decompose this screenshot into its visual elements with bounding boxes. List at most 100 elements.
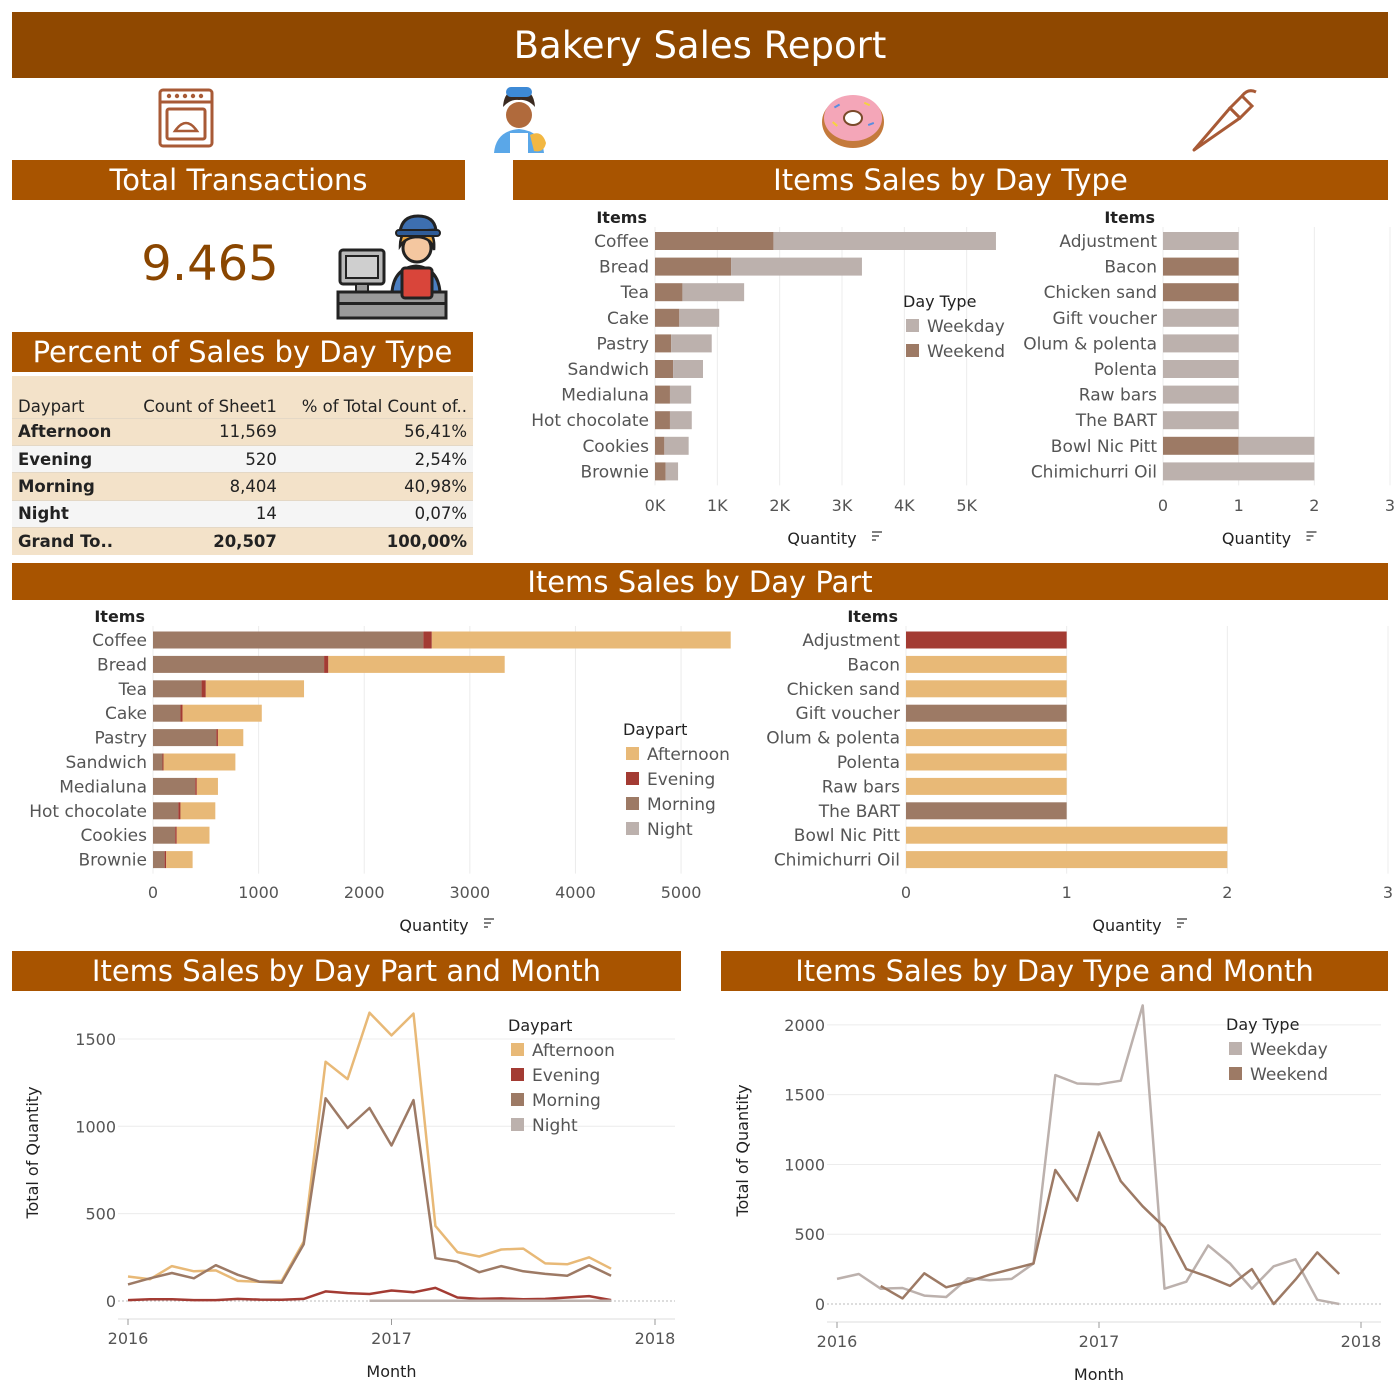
legend-swatch	[1229, 1067, 1242, 1080]
bar-weekend	[1163, 283, 1239, 302]
legend-swatch	[1229, 1042, 1242, 1055]
bar-evening	[324, 655, 329, 673]
legend-label: Weekend	[927, 342, 1005, 362]
category-label: Chicken sand	[1044, 283, 1157, 303]
legend-swatch	[511, 1093, 524, 1106]
bar-weekday	[731, 257, 862, 276]
x-tick-label: 3K	[832, 496, 853, 515]
legend-swatch	[626, 747, 639, 760]
bar-weekday	[669, 411, 692, 430]
x-tick-label: 1	[1234, 496, 1244, 515]
x-tick-label: 5K	[956, 496, 977, 515]
category-label: Coffee	[594, 232, 649, 252]
category-label: Chimichurri Oil	[1031, 462, 1157, 482]
category-label: Brownie	[580, 462, 649, 482]
sort-icon	[1306, 531, 1317, 541]
x-tick-label: 2K	[769, 496, 790, 515]
category-label: Polenta	[837, 753, 900, 773]
bar-weekday	[679, 308, 720, 327]
bar-weekday	[1163, 411, 1239, 430]
category-label: Raw bars	[822, 777, 900, 797]
x-axis-label: Quantity	[399, 916, 468, 935]
x-tick-label: 2016	[817, 1332, 858, 1351]
bar-weekend	[655, 436, 665, 455]
legend-swatch	[626, 772, 639, 785]
bar-morning	[153, 729, 217, 747]
bar-weekday	[671, 334, 712, 353]
x-tick-label: 2018	[1341, 1332, 1382, 1351]
x-tick-label: 0K	[645, 496, 666, 515]
bar-weekday	[1163, 360, 1239, 378]
line-evening	[127, 1286, 612, 1302]
y-tick-label: 0	[106, 1292, 116, 1311]
category-label: Hot chocolate	[531, 411, 649, 431]
bar-afternoon	[906, 753, 1067, 771]
bar-weekday	[682, 283, 745, 302]
bar-weekend	[655, 462, 666, 481]
bar-evening	[178, 802, 181, 820]
bar-evening	[195, 777, 197, 795]
bar-afternoon	[196, 777, 218, 795]
bar-evening	[180, 704, 183, 722]
bar-morning	[153, 680, 202, 698]
bar-morning	[906, 802, 1067, 820]
bar-weekday	[664, 436, 689, 455]
x-tick-label: 3	[1385, 496, 1395, 515]
y-tick-label: 500	[794, 1225, 825, 1244]
x-tick-label: 1	[1062, 883, 1072, 902]
category-label: Bread	[97, 655, 147, 675]
category-label: Cookies	[582, 437, 649, 457]
x-tick-label: 1K	[707, 496, 728, 515]
legend-swatch	[511, 1118, 524, 1131]
category-label: Coffee	[92, 631, 147, 651]
y-axis-label: Total of Quantity	[23, 1086, 42, 1219]
daytype-top-bar-chart: 0K 1K 2K 3K 4K 5K Items Coffee Bread Tea Cake Pastr…	[23, 208, 1395, 1384]
bar-weekend	[655, 232, 774, 250]
category-label: Brownie	[78, 851, 147, 871]
bar-weekday	[1238, 436, 1315, 455]
legend-label: Night	[532, 1116, 578, 1136]
x-tick-label: 0	[1158, 496, 1168, 515]
bar-weekend	[655, 283, 683, 302]
x-tick-label: 2017	[1079, 1332, 1120, 1351]
bar-morning	[153, 851, 165, 869]
bar-morning	[153, 631, 424, 649]
legend-label: Night	[647, 820, 693, 840]
y-axis-label: Total of Quantity	[733, 1084, 752, 1217]
x-tick-label: 3	[1383, 883, 1393, 902]
legend-label: Morning	[532, 1091, 601, 1111]
bar-afternoon	[176, 826, 210, 844]
bar-weekday	[665, 462, 679, 481]
sort-icon	[872, 531, 882, 541]
category-label: Tea	[118, 680, 147, 700]
sort-icon	[484, 918, 494, 928]
bar-afternoon	[431, 631, 731, 649]
x-axis-label: Quantity	[787, 529, 856, 548]
x-tick-label: 1000	[238, 883, 279, 902]
category-label: Sandwich	[65, 753, 147, 773]
category-label: Raw bars	[1079, 386, 1157, 406]
x-axis-label: Month	[366, 1362, 416, 1381]
category-label: Bacon	[1104, 258, 1157, 278]
bar-morning	[906, 704, 1067, 722]
category-label: Adjustment	[1059, 232, 1157, 252]
category-label: The BART	[1075, 411, 1158, 431]
row-header: Items	[847, 607, 898, 626]
category-label: Bowl Nic Pitt	[1051, 437, 1158, 457]
legend-label: Evening	[647, 770, 715, 790]
category-label: Chimichurri Oil	[774, 851, 900, 871]
y-tick-label: 1000	[75, 1117, 116, 1136]
row-header: Items	[596, 208, 647, 227]
bar-afternoon	[906, 777, 1067, 795]
legend-swatch	[906, 344, 919, 357]
category-label: Medialuna	[59, 777, 147, 797]
category-label: Gift voucher	[1053, 309, 1157, 329]
row-header: Items	[94, 607, 145, 626]
category-label: Tea	[620, 283, 649, 303]
category-label: Pastry	[95, 729, 147, 749]
x-tick-label: 2018	[635, 1329, 676, 1348]
x-tick-label: 5000	[661, 883, 702, 902]
bar-morning	[153, 655, 325, 673]
bar-evening	[162, 753, 164, 771]
category-label: Bacon	[847, 655, 900, 675]
